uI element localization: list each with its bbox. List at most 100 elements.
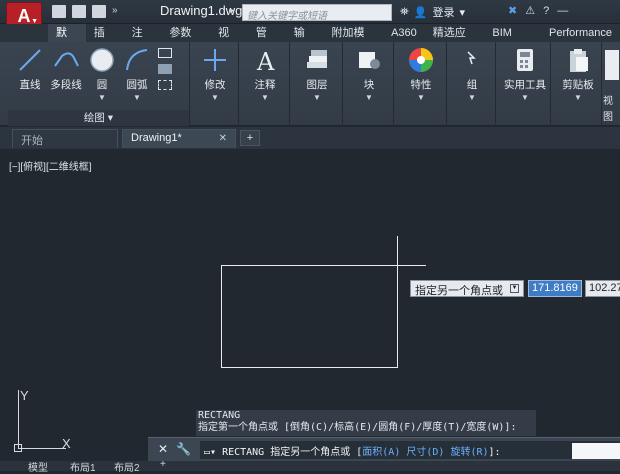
tab-start-label: 开始 [21, 135, 43, 147]
tab-start[interactable]: 开始 [12, 129, 118, 148]
clipboard-panel: 剪贴板 ▼ [552, 42, 602, 126]
polyline-icon [54, 52, 79, 67]
tab-featured-apps[interactable]: 精选应用 [425, 24, 485, 57]
layers-tool[interactable]: 图层 ▼ [299, 46, 335, 102]
dropdown-icon[interactable]: ▼ [261, 93, 269, 102]
tab-drawing1[interactable]: Drawing1* ✕ [122, 129, 236, 148]
block-icon [359, 52, 380, 69]
dropdown-icon[interactable]: ▼ [521, 93, 529, 102]
groups-panel: 组 ▼ [448, 42, 496, 126]
modify-label: 修改 [204, 79, 226, 91]
options-dropdown-icon[interactable]: ▼ [510, 284, 519, 293]
block-tool[interactable]: 块 ▼ [351, 46, 387, 102]
view-panel-partial: 视图 [603, 42, 620, 126]
user-icon: 👤 [413, 6, 428, 19]
tab-view[interactable]: 视图 [210, 24, 248, 57]
tab-insert[interactable]: 插入 [86, 24, 124, 57]
history-line: RECTANG [198, 410, 241, 421]
more-tools-icon[interactable]: » [112, 5, 126, 18]
binoculars-icon[interactable]: ⛯ [400, 6, 409, 19]
dropdown-icon[interactable]: ▼ [468, 93, 476, 102]
line-label: 直线 [19, 79, 41, 91]
group-label: 组 [466, 79, 478, 91]
help-icon[interactable]: ? [543, 5, 549, 17]
tab-bim360[interactable]: BIM 360 [484, 24, 541, 57]
arc-tool[interactable]: 圆弧 ▼ [118, 46, 156, 102]
annotate-label: 注释 [254, 79, 276, 91]
arc-icon [126, 49, 148, 71]
tab-parametric[interactable]: 参数化 [161, 24, 210, 57]
circle-tool[interactable]: 圆 ▼ [84, 46, 120, 102]
clipboard-icon [570, 49, 588, 72]
boundary-icon[interactable] [158, 80, 172, 90]
prompt-text: 指定另一个角点或 [415, 285, 503, 297]
utilities-panel: 实用工具 ▼ [497, 42, 551, 126]
tab-layout1[interactable]: 布局1 [70, 459, 96, 474]
chevron-down-icon[interactable]: ▾ [460, 6, 466, 19]
viewport-controls[interactable]: [−][俯视][二维线框] [9, 158, 92, 173]
open-file-icon[interactable] [72, 5, 86, 18]
color-wheel-icon [409, 48, 433, 72]
dropdown-icon[interactable]: ▼ [98, 93, 106, 102]
tab-a360[interactable]: A360 [383, 24, 425, 42]
login-link[interactable]: 登录 [433, 4, 455, 20]
utilities-tool[interactable]: 实用工具 ▼ [500, 46, 550, 102]
properties-label: 特性 [410, 79, 432, 91]
dynamic-input-prompt: 指定另一个角点或 ▼ [410, 280, 524, 297]
exchange-icon[interactable]: ✖ [508, 4, 517, 17]
tab-annotate[interactable]: 注释 [124, 24, 162, 57]
tab-default[interactable]: 默认 [48, 24, 86, 57]
dropdown-icon[interactable]: ▼ [365, 93, 373, 102]
dynamic-input-y[interactable]: 102.27 [585, 280, 620, 297]
option-area[interactable]: 面积(A) [362, 447, 400, 458]
text-icon: A [256, 48, 275, 74]
modify-tool[interactable]: 修改 ▼ [197, 46, 233, 102]
close-icon[interactable]: ✕ [158, 442, 168, 456]
command-icon[interactable]: ▭▾ [204, 447, 222, 458]
close-icon[interactable]: ✕ [219, 133, 227, 144]
input-area[interactable] [572, 443, 620, 459]
group-tool[interactable]: 组 ▼ [454, 46, 490, 102]
save-icon[interactable] [92, 5, 106, 18]
dropdown-icon[interactable]: ▼ [211, 93, 219, 102]
tab-manage[interactable]: 管理 [248, 24, 286, 57]
hatch-icon[interactable] [158, 64, 172, 74]
dropdown-icon[interactable]: ▼ [313, 93, 321, 102]
new-tab-button[interactable]: + [240, 130, 260, 146]
tab-model[interactable]: 模型 [28, 459, 48, 474]
calculator-icon [517, 49, 533, 71]
view-panel-title[interactable]: 视图 [603, 94, 620, 126]
option-dimensions[interactable]: 尺寸(D) [406, 447, 444, 458]
a360-icon[interactable]: ⚠ [525, 4, 535, 17]
layers-icon [307, 50, 327, 68]
line-tool[interactable]: 直线 [12, 46, 48, 92]
wrench-icon[interactable]: 🔧 [176, 442, 191, 456]
tab-addins[interactable]: 附加模块 [323, 24, 383, 57]
view-icon[interactable] [605, 50, 619, 80]
layers-label: 图层 [306, 79, 328, 91]
minimize-icon[interactable]: — [557, 5, 568, 17]
dynamic-input-x[interactable]: 171.8169 [528, 280, 582, 297]
command-input[interactable]: ▭▾ RECTANG 指定另一个角点或 [面积(A) 尺寸(D) 旋转(R)]: [200, 441, 620, 459]
annotate-tool[interactable]: A 注释 ▼ [247, 46, 283, 102]
dropdown-icon[interactable]: ▼ [417, 93, 425, 102]
clipboard-tool[interactable]: 剪贴板 ▼ [557, 46, 599, 102]
tab-output[interactable]: 输出 [286, 24, 324, 57]
ucs-origin [14, 444, 22, 452]
circle-label: 圆 [96, 79, 108, 91]
ribbon-tabs: 默认 插入 注释 参数化 视图 管理 输出 附加模块 A360 精选应用 BIM… [0, 24, 620, 57]
tab-layout2[interactable]: 布局2 [114, 459, 140, 474]
option-rotation[interactable]: 旋转(R) [450, 447, 488, 458]
new-file-icon[interactable] [52, 5, 66, 18]
search-input[interactable]: 键入关键字或短语 [242, 4, 392, 22]
add-layout-button[interactable]: + [160, 459, 166, 470]
dropdown-icon[interactable]: ▼ [133, 93, 141, 102]
properties-tool[interactable]: 特性 ▼ [403, 46, 439, 102]
draw-panel-title[interactable]: 绘图 ▾ [8, 110, 189, 126]
polyline-tool[interactable]: 多段线 [46, 46, 86, 92]
dropdown-icon[interactable]: ▼ [574, 93, 582, 102]
move-icon [204, 49, 226, 71]
rectangle-icon[interactable] [158, 48, 172, 58]
tab-performance[interactable]: Performance [541, 24, 620, 42]
circle-icon [90, 48, 114, 72]
